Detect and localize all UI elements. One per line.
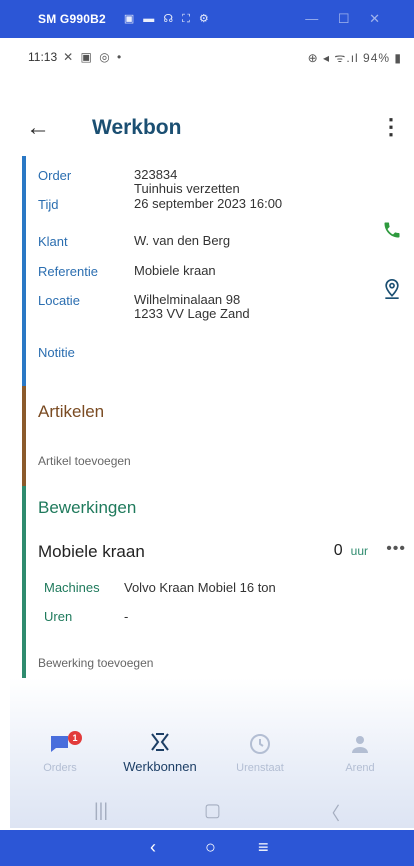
client-label: Klant <box>38 234 68 249</box>
operation-hours-value: 0 <box>333 542 343 559</box>
hours-value: - <box>124 609 129 624</box>
reference-value: Mobiele kraan <box>134 263 216 278</box>
operation-hours-unit: uur <box>350 544 368 558</box>
location-line2: 1233 VV Lage Zand <box>134 306 250 321</box>
operations-heading: Bewerkingen <box>38 498 137 517</box>
map-pin-icon[interactable] <box>382 278 402 305</box>
clock-icon <box>250 734 270 754</box>
phone-screen: 11:13 ✕ ▣ ◎ • ⊕ ◂ ᯤ.ıl 94% ▮ ← Werkbon ⋮… <box>10 38 414 830</box>
note-label[interactable]: Notitie <box>38 345 75 360</box>
operations-section: Bewerkingen Mobiele kraan 0 uur ••• Machi… <box>22 486 414 688</box>
time-label: Tijd <box>38 197 59 212</box>
home-icon[interactable]: ▢ <box>204 800 221 821</box>
nav-urenstaat-label: Urenstaat <box>236 762 284 774</box>
machines-value: Volvo Kraan Mobiel 16 ton <box>124 580 276 595</box>
tools-icon <box>151 733 169 751</box>
location-label: Locatie <box>38 293 80 308</box>
order-number: 323834 <box>134 167 178 182</box>
operation-hours: 0 uur <box>334 542 368 560</box>
window-controls[interactable]: — ☐ ✕ <box>305 11 388 27</box>
mirror-title-bar: SM G990B2 ▣ ▬ ☊ ⛶ ⚙ — ☐ ✕ <box>0 0 414 38</box>
operation-more-icon[interactable]: ••• <box>386 540 406 558</box>
bottom-navigation: 1 Orders Werkbonnen Urenstaat Arend <box>10 728 414 788</box>
recent-apps-icon[interactable]: ||| <box>94 800 108 821</box>
add-article-button[interactable]: Artikel toevoegen <box>38 454 131 468</box>
orders-badge: 1 <box>68 731 82 745</box>
status-bar: 11:13 ✕ ▣ ◎ • ⊕ ◂ ᯤ.ıl 94% ▮ <box>10 38 414 76</box>
operation-name[interactable]: Mobiele kraan <box>38 542 145 562</box>
order-description: Tuinhuis verzetten <box>134 181 240 196</box>
client-name: W. van den Berg <box>134 233 231 248</box>
map-pin-icon-svg <box>385 278 399 299</box>
werkbonnen-icon <box>110 728 210 758</box>
nav-werkbonnen-label: Werkbonnen <box>123 759 197 774</box>
android-system-nav: ||| ▢ 〈 <box>10 796 414 830</box>
nav-urenstaat[interactable]: Urenstaat <box>210 728 310 784</box>
order-details-section: Order 323834 Tuinhuis verzetten Tijd 26 … <box>22 156 414 386</box>
nav-orders-label: Orders <box>43 762 77 774</box>
mirror-back-icon[interactable]: ‹ <box>150 837 156 858</box>
back-icon[interactable]: 〈 <box>322 800 340 826</box>
notification-icons: ✕ ▣ ◎ • <box>63 50 124 64</box>
mirror-bottom-bar: ‹ ○ ≡ <box>0 830 414 866</box>
overflow-menu-icon[interactable]: ⋮ <box>380 114 402 140</box>
mirror-menu-icon[interactable]: ≡ <box>258 837 269 858</box>
location-line1: Wilhelminalaan 98 <box>134 292 241 307</box>
nav-arend[interactable]: Arend <box>310 728 410 784</box>
arend-icon <box>310 728 410 758</box>
phone-icon-svg <box>384 222 400 238</box>
reference-label: Referentie <box>38 264 98 279</box>
person-icon <box>352 736 368 753</box>
device-name: SM G990B2 <box>38 12 106 26</box>
hours-label: Uren <box>44 609 73 624</box>
add-operation-button[interactable]: Bewerking toevoegen <box>38 656 153 670</box>
nav-werkbonnen[interactable]: Werkbonnen <box>110 728 210 784</box>
machines-label: Machines <box>44 580 100 595</box>
system-status-icons: ⊕ ◂ ᯤ.ıl 94% ▮ <box>307 50 402 65</box>
nav-arend-label: Arend <box>345 762 375 774</box>
nav-orders[interactable]: 1 Orders <box>10 728 110 784</box>
app-bar: ← Werkbon ⋮ <box>10 110 414 150</box>
order-label: Order <box>38 168 72 183</box>
time-value: 26 september 2023 16:00 <box>134 196 283 211</box>
page-title: Werkbon <box>92 116 182 139</box>
orders-icon: 1 <box>10 728 110 758</box>
urenstaat-icon <box>210 728 310 758</box>
articles-section: Artikelen Artikel toevoegen <box>22 386 414 486</box>
phone-icon[interactable] <box>382 220 402 245</box>
status-time: 11:13 <box>28 50 58 64</box>
mirror-home-icon[interactable]: ○ <box>205 837 216 858</box>
articles-heading: Artikelen <box>38 402 105 421</box>
back-arrow-icon[interactable]: ← <box>26 114 50 142</box>
mirror-toolbar-icons[interactable]: ▣ ▬ ☊ ⛶ ⚙ <box>124 12 212 26</box>
